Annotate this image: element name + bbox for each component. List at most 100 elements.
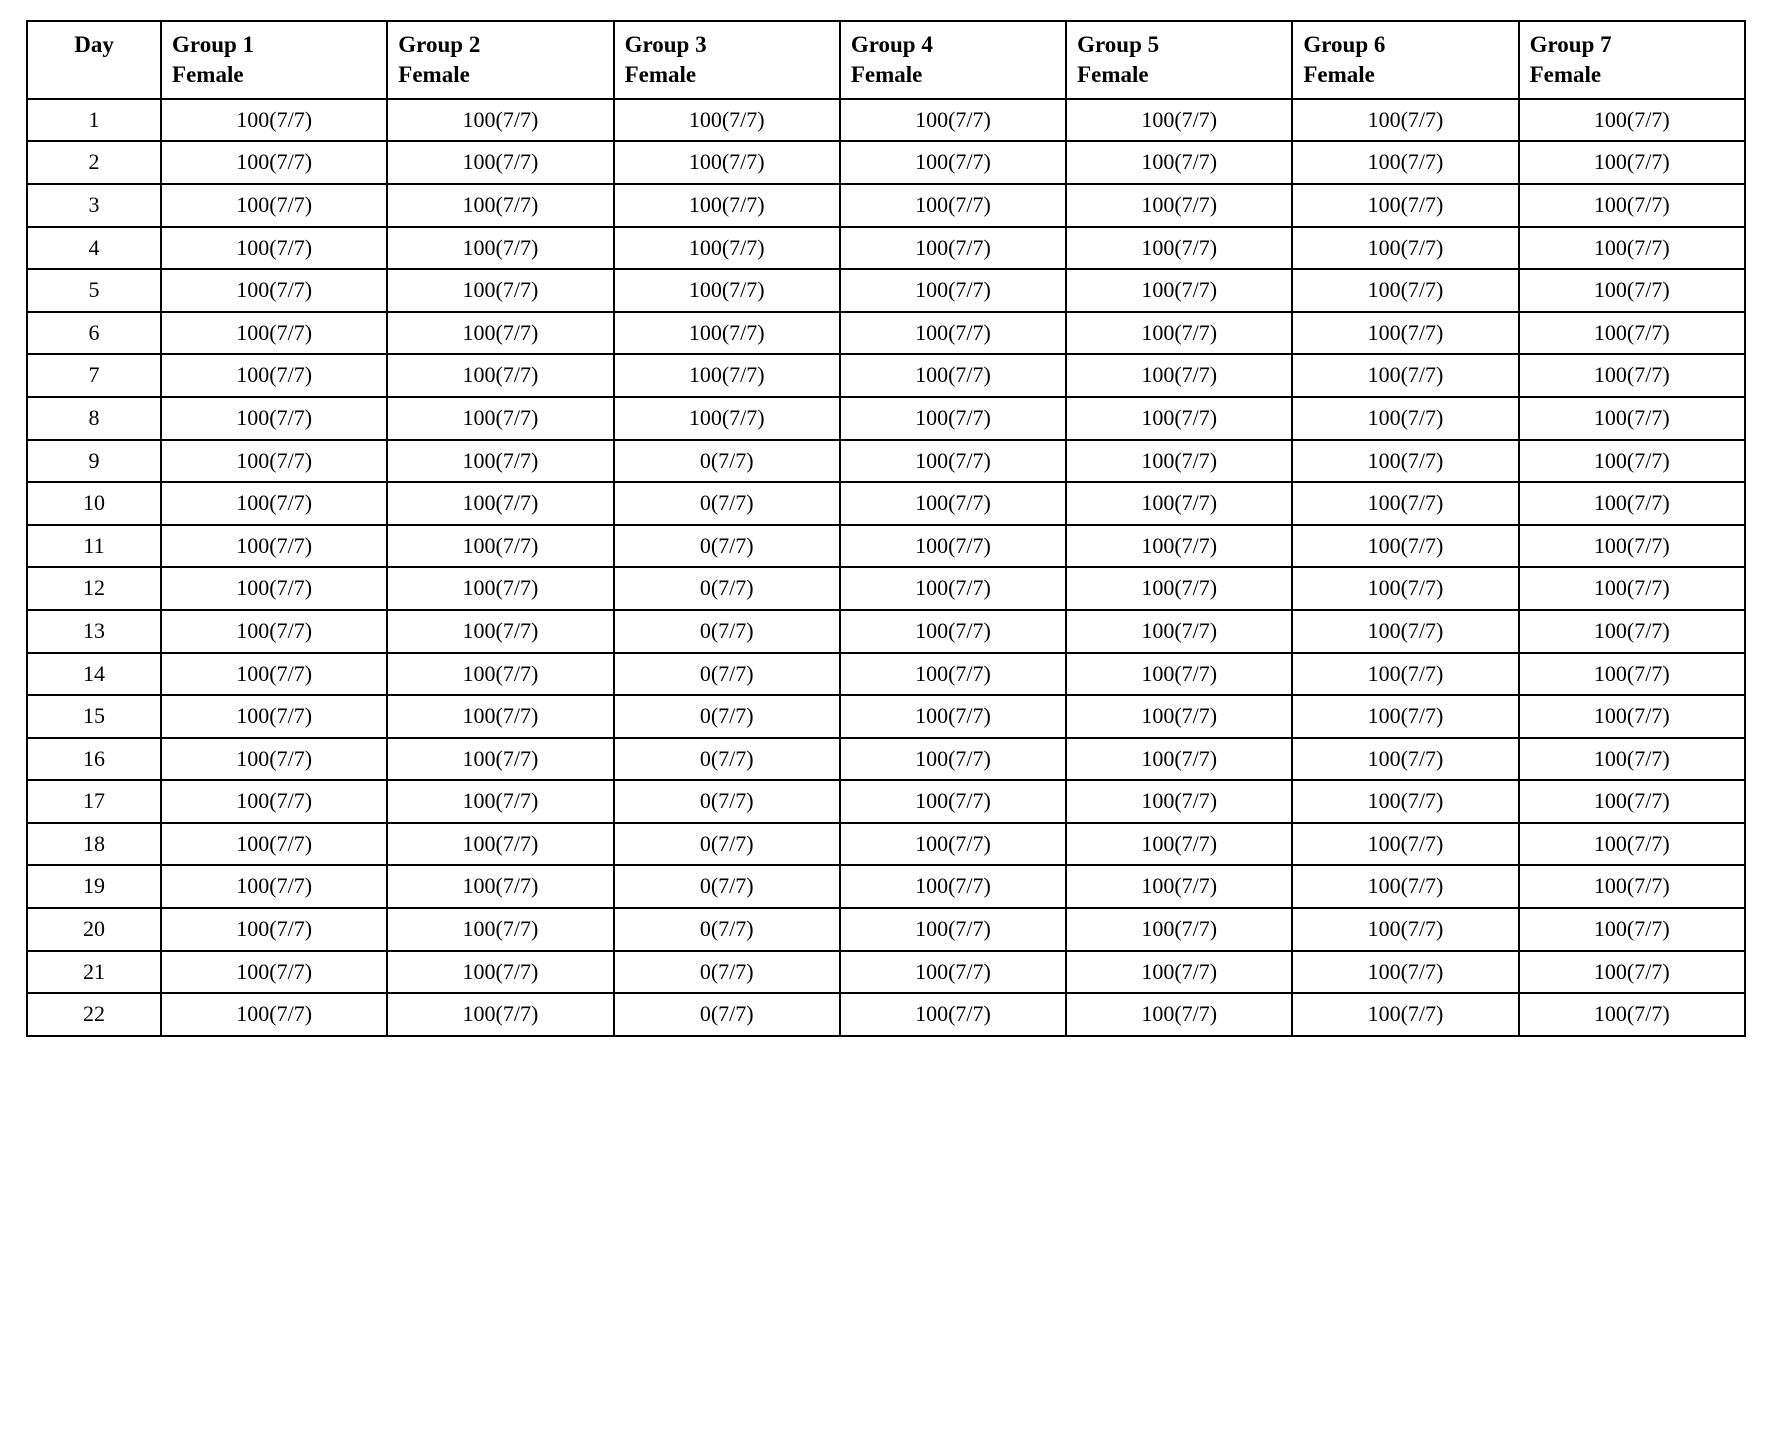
group-3-cell: 100(7/7) xyxy=(614,397,840,440)
group-6-cell: 100(7/7) xyxy=(1292,269,1518,312)
group-7-cell: 100(7/7) xyxy=(1519,567,1745,610)
group-2-cell: 100(7/7) xyxy=(387,141,613,184)
group-5-cell: 100(7/7) xyxy=(1066,865,1292,908)
day-cell: 9 xyxy=(27,440,161,483)
col-header-g3: Group 3Female xyxy=(614,21,840,99)
table-row: 16100(7/7)100(7/7)0(7/7)100(7/7)100(7/7)… xyxy=(27,738,1745,781)
group-1-cell: 100(7/7) xyxy=(161,738,387,781)
group-3-cell: 0(7/7) xyxy=(614,823,840,866)
group-6-cell: 100(7/7) xyxy=(1292,993,1518,1036)
group-6-cell: 100(7/7) xyxy=(1292,865,1518,908)
day-cell: 10 xyxy=(27,482,161,525)
day-cell: 21 xyxy=(27,951,161,994)
group-7-cell: 100(7/7) xyxy=(1519,184,1745,227)
group-3-cell: 0(7/7) xyxy=(614,865,840,908)
group-6-cell: 100(7/7) xyxy=(1292,908,1518,951)
group-5-cell: 100(7/7) xyxy=(1066,525,1292,568)
table-row: 4100(7/7)100(7/7)100(7/7)100(7/7)100(7/7… xyxy=(27,227,1745,270)
group-4-cell: 100(7/7) xyxy=(840,525,1066,568)
day-cell: 13 xyxy=(27,610,161,653)
group-1-cell: 100(7/7) xyxy=(161,269,387,312)
group-1-cell: 100(7/7) xyxy=(161,227,387,270)
table-row: 3100(7/7)100(7/7)100(7/7)100(7/7)100(7/7… xyxy=(27,184,1745,227)
table-row: 2100(7/7)100(7/7)100(7/7)100(7/7)100(7/7… xyxy=(27,141,1745,184)
col-header-g7: Group 7Female xyxy=(1519,21,1745,99)
group-1-cell: 100(7/7) xyxy=(161,312,387,355)
day-cell: 11 xyxy=(27,525,161,568)
day-cell: 2 xyxy=(27,141,161,184)
day-cell: 1 xyxy=(27,99,161,142)
group-1-cell: 100(7/7) xyxy=(161,525,387,568)
group-4-cell: 100(7/7) xyxy=(840,610,1066,653)
table-row: 14100(7/7)100(7/7)0(7/7)100(7/7)100(7/7)… xyxy=(27,653,1745,696)
group-1-cell: 100(7/7) xyxy=(161,823,387,866)
group-6-cell: 100(7/7) xyxy=(1292,823,1518,866)
group-4-cell: 100(7/7) xyxy=(840,908,1066,951)
col-header-g4: Group 4Female xyxy=(840,21,1066,99)
group-6-cell: 100(7/7) xyxy=(1292,951,1518,994)
group-5-cell: 100(7/7) xyxy=(1066,695,1292,738)
table-row: 22100(7/7)100(7/7)0(7/7)100(7/7)100(7/7)… xyxy=(27,993,1745,1036)
group-3-cell: 100(7/7) xyxy=(614,354,840,397)
group-3-cell: 0(7/7) xyxy=(614,653,840,696)
table-row: 12100(7/7)100(7/7)0(7/7)100(7/7)100(7/7)… xyxy=(27,567,1745,610)
survival-table: Day Group 1Female Group 2Female Group 3F… xyxy=(26,20,1746,1037)
group-3-cell: 0(7/7) xyxy=(614,482,840,525)
group-7-cell: 100(7/7) xyxy=(1519,908,1745,951)
table-row: 20100(7/7)100(7/7)0(7/7)100(7/7)100(7/7)… xyxy=(27,908,1745,951)
group-1-cell: 100(7/7) xyxy=(161,397,387,440)
day-cell: 15 xyxy=(27,695,161,738)
day-cell: 3 xyxy=(27,184,161,227)
group-4-cell: 100(7/7) xyxy=(840,567,1066,610)
group-6-cell: 100(7/7) xyxy=(1292,397,1518,440)
group-1-cell: 100(7/7) xyxy=(161,780,387,823)
group-7-cell: 100(7/7) xyxy=(1519,823,1745,866)
group-6-cell: 100(7/7) xyxy=(1292,141,1518,184)
group-2-cell: 100(7/7) xyxy=(387,610,613,653)
group-6-cell: 100(7/7) xyxy=(1292,653,1518,696)
day-cell: 7 xyxy=(27,354,161,397)
group-4-cell: 100(7/7) xyxy=(840,141,1066,184)
table-row: 11100(7/7)100(7/7)0(7/7)100(7/7)100(7/7)… xyxy=(27,525,1745,568)
table-row: 7100(7/7)100(7/7)100(7/7)100(7/7)100(7/7… xyxy=(27,354,1745,397)
group-1-cell: 100(7/7) xyxy=(161,354,387,397)
group-5-cell: 100(7/7) xyxy=(1066,610,1292,653)
group-4-cell: 100(7/7) xyxy=(840,653,1066,696)
group-7-cell: 100(7/7) xyxy=(1519,397,1745,440)
group-3-cell: 0(7/7) xyxy=(614,993,840,1036)
group-1-cell: 100(7/7) xyxy=(161,993,387,1036)
day-cell: 16 xyxy=(27,738,161,781)
group-3-cell: 0(7/7) xyxy=(614,908,840,951)
group-7-cell: 100(7/7) xyxy=(1519,951,1745,994)
group-3-cell: 0(7/7) xyxy=(614,780,840,823)
group-3-cell: 0(7/7) xyxy=(614,951,840,994)
group-7-cell: 100(7/7) xyxy=(1519,993,1745,1036)
group-3-cell: 0(7/7) xyxy=(614,610,840,653)
group-3-cell: 0(7/7) xyxy=(614,440,840,483)
group-1-cell: 100(7/7) xyxy=(161,908,387,951)
group-1-cell: 100(7/7) xyxy=(161,567,387,610)
table-row: 8100(7/7)100(7/7)100(7/7)100(7/7)100(7/7… xyxy=(27,397,1745,440)
group-7-cell: 100(7/7) xyxy=(1519,610,1745,653)
group-2-cell: 100(7/7) xyxy=(387,312,613,355)
group-5-cell: 100(7/7) xyxy=(1066,780,1292,823)
group-5-cell: 100(7/7) xyxy=(1066,227,1292,270)
table-row: 19100(7/7)100(7/7)0(7/7)100(7/7)100(7/7)… xyxy=(27,865,1745,908)
group-6-cell: 100(7/7) xyxy=(1292,610,1518,653)
group-2-cell: 100(7/7) xyxy=(387,738,613,781)
group-6-cell: 100(7/7) xyxy=(1292,440,1518,483)
table-row: 17100(7/7)100(7/7)0(7/7)100(7/7)100(7/7)… xyxy=(27,780,1745,823)
group-4-cell: 100(7/7) xyxy=(840,269,1066,312)
group-6-cell: 100(7/7) xyxy=(1292,99,1518,142)
group-5-cell: 100(7/7) xyxy=(1066,99,1292,142)
group-5-cell: 100(7/7) xyxy=(1066,141,1292,184)
day-cell: 6 xyxy=(27,312,161,355)
group-7-cell: 100(7/7) xyxy=(1519,354,1745,397)
group-7-cell: 100(7/7) xyxy=(1519,440,1745,483)
table-row: 9100(7/7)100(7/7)0(7/7)100(7/7)100(7/7)1… xyxy=(27,440,1745,483)
group-5-cell: 100(7/7) xyxy=(1066,908,1292,951)
day-cell: 19 xyxy=(27,865,161,908)
group-7-cell: 100(7/7) xyxy=(1519,738,1745,781)
group-3-cell: 100(7/7) xyxy=(614,269,840,312)
group-6-cell: 100(7/7) xyxy=(1292,738,1518,781)
